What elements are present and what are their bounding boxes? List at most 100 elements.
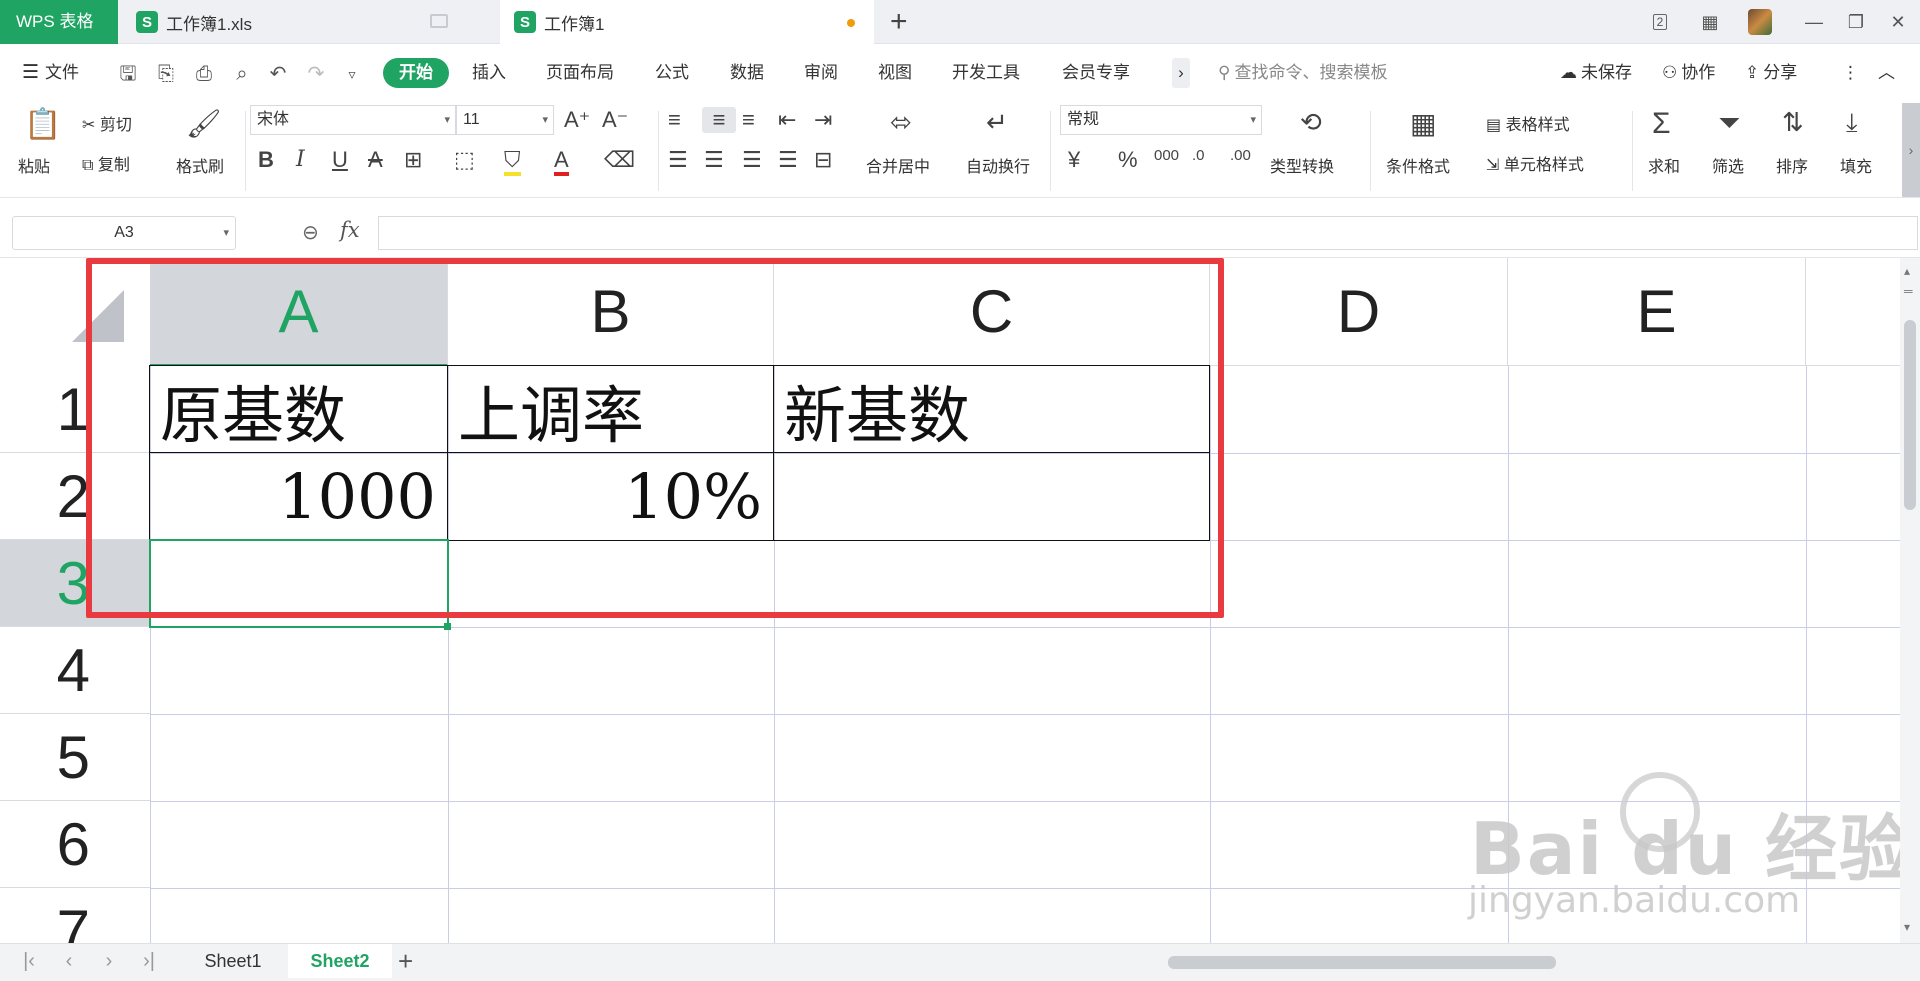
column-header-b[interactable]: B (448, 258, 774, 366)
conditional-format-button[interactable]: 条件格式 (1386, 153, 1450, 177)
row-header-7[interactable]: 7 (0, 888, 150, 943)
add-sheet-button[interactable]: + (398, 946, 413, 977)
row-header-1[interactable]: 1 (0, 366, 150, 453)
close-button[interactable]: ✕ (1878, 0, 1918, 44)
font-name-select[interactable]: 宋体 (250, 105, 456, 135)
first-sheet-icon[interactable]: |‹ (14, 950, 44, 973)
scroll-up-icon[interactable]: ▴ (1904, 264, 1910, 278)
distributed-icon[interactable]: ⊟ (814, 147, 832, 173)
collapse-ribbon-icon[interactable]: ︿ (1878, 58, 1895, 88)
table-style-button[interactable]: ▤ 表格样式 (1486, 111, 1570, 135)
align-left-icon[interactable]: ☰ (668, 147, 688, 173)
align-top-icon[interactable]: ≡ (668, 107, 681, 133)
export-pdf-icon[interactable]: ⎘ (154, 62, 178, 86)
vertical-scrollbar[interactable]: ▴ ═ ▾ (1900, 258, 1920, 943)
save-icon[interactable]: 🖫 (116, 62, 140, 86)
decrease-decimal-icon[interactable]: .00 (1230, 147, 1251, 164)
zoom-formula-icon[interactable]: ⊖ (302, 220, 319, 245)
more-options-icon[interactable]: ⋮ (1842, 58, 1859, 88)
sort-icon[interactable]: ⇅ (1782, 107, 1804, 138)
fill-color-icon[interactable]: ⛉ (504, 147, 521, 176)
command-search[interactable]: ⚲ 查找命令、搜索模板 (1218, 58, 1387, 88)
paste-icon[interactable]: 📋 (24, 107, 61, 142)
fill-icon[interactable]: ⤓ (1846, 107, 1858, 139)
sort-button[interactable]: 排序 (1776, 153, 1808, 177)
wrap-text-button[interactable]: 自动换行 (966, 153, 1030, 177)
align-right-icon[interactable]: ☰ (742, 147, 762, 173)
underline-icon[interactable]: U (332, 147, 348, 173)
cell-style-button[interactable]: ⇲ 单元格样式 (1486, 151, 1584, 175)
new-tab-button[interactable]: + (890, 6, 908, 38)
file-menu[interactable]: ☰ 文件 (22, 58, 79, 88)
undo-icon[interactable]: ↶ (266, 62, 290, 86)
active-cell-a3[interactable] (149, 539, 449, 628)
row-header-5[interactable]: 5 (0, 714, 150, 801)
menu-tab-member[interactable]: 会员专享 (1062, 58, 1130, 88)
prev-sheet-icon[interactable]: ‹ (54, 950, 84, 973)
app-tab-wps[interactable]: WPS 表格 (0, 0, 118, 44)
cell-c2[interactable] (774, 453, 1210, 540)
type-convert-icon[interactable]: ⟲ (1300, 107, 1322, 138)
row-header-4[interactable]: 4 (0, 627, 150, 714)
increase-font-icon[interactable]: A⁺ (564, 107, 590, 133)
thousands-separator-icon[interactable]: 000 (1154, 147, 1179, 164)
print-icon[interactable]: ⎙ (192, 62, 216, 86)
increase-indent-icon[interactable]: ⇥ (814, 107, 832, 133)
borders-icon[interactable]: ⊞ (404, 147, 422, 173)
minimize-button[interactable]: — (1794, 0, 1834, 44)
avatar[interactable] (1740, 0, 1780, 44)
cut-button[interactable]: ✂ 剪切 (82, 111, 132, 135)
format-painter-button[interactable]: 格式刷 (176, 153, 224, 177)
increase-decimal-icon[interactable]: .0 (1192, 147, 1205, 164)
format-painter-icon[interactable]: 🖌 (186, 107, 222, 140)
cell-c1[interactable]: 新基数 (774, 366, 1210, 453)
column-header-d[interactable]: D (1210, 258, 1508, 366)
decrease-indent-icon[interactable]: ⇤ (778, 107, 796, 133)
paste-button[interactable]: 粘贴 (18, 153, 50, 177)
font-size-select[interactable]: 11 (456, 105, 554, 135)
sum-button[interactable]: 求和 (1648, 153, 1680, 177)
column-header-f[interactable] (1806, 258, 1900, 366)
merge-center-button[interactable]: 合并居中 (866, 153, 930, 177)
cell-a1[interactable]: 原基数 (150, 366, 448, 453)
apps-grid-icon[interactable]: ▦ (1690, 0, 1730, 44)
horizontal-scrollbar[interactable] (1134, 954, 1864, 970)
number-format-select[interactable]: 常规 (1060, 105, 1262, 135)
clear-format-icon[interactable]: ⌫ (604, 147, 635, 173)
filter-button[interactable]: 筛选 (1712, 153, 1744, 177)
row-header-2[interactable]: 2 (0, 453, 150, 540)
menu-tab-data[interactable]: 数据 (730, 58, 764, 88)
menu-tab-review[interactable]: 审阅 (804, 58, 838, 88)
fill-handle[interactable] (444, 623, 451, 630)
align-center-icon[interactable]: ☰ (704, 147, 724, 173)
print-preview-icon[interactable]: ⌕ (230, 62, 254, 86)
layout-icon[interactable]: 2 (1640, 0, 1680, 44)
insert-function-icon[interactable]: fx (340, 218, 360, 242)
row-header-3[interactable]: 3 (0, 540, 150, 627)
monitor-icon[interactable] (430, 14, 448, 28)
menu-tab-insert[interactable]: 插入 (472, 58, 506, 88)
cell-b2[interactable]: 10% (448, 453, 774, 540)
cell-b1[interactable]: 上调率 (448, 366, 774, 453)
align-bottom-icon[interactable]: ≡ (742, 107, 755, 133)
row-header-6[interactable]: 6 (0, 801, 150, 888)
ribbon-scroll-right-icon[interactable]: › (1902, 103, 1920, 197)
restore-button[interactable]: ❐ (1836, 0, 1876, 44)
sum-icon[interactable]: Σ (1652, 107, 1671, 141)
share-button[interactable]: ⇪ 分享 (1745, 58, 1797, 88)
font-color-icon[interactable]: A (554, 147, 569, 176)
wrap-text-icon[interactable]: ↵ (986, 107, 1008, 138)
horizontal-scroll-thumb[interactable] (1168, 956, 1556, 969)
vertical-scroll-thumb[interactable] (1904, 320, 1916, 510)
menu-tab-developer[interactable]: 开发工具 (952, 58, 1020, 88)
cell-fill-pattern-icon[interactable]: ⬚ (454, 147, 475, 173)
percent-icon[interactable]: % (1118, 147, 1138, 173)
unsaved-status[interactable]: ☁ 未保存 (1560, 58, 1632, 88)
align-middle-icon[interactable]: ≡ (702, 107, 736, 133)
merge-center-icon[interactable]: ⬄ (890, 107, 912, 138)
fill-button[interactable]: 填充 (1840, 153, 1872, 177)
column-header-c[interactable]: C (774, 258, 1210, 366)
formula-input[interactable] (378, 216, 1918, 250)
next-sheet-icon[interactable]: › (94, 950, 124, 973)
menu-tab-view[interactable]: 视图 (878, 58, 912, 88)
